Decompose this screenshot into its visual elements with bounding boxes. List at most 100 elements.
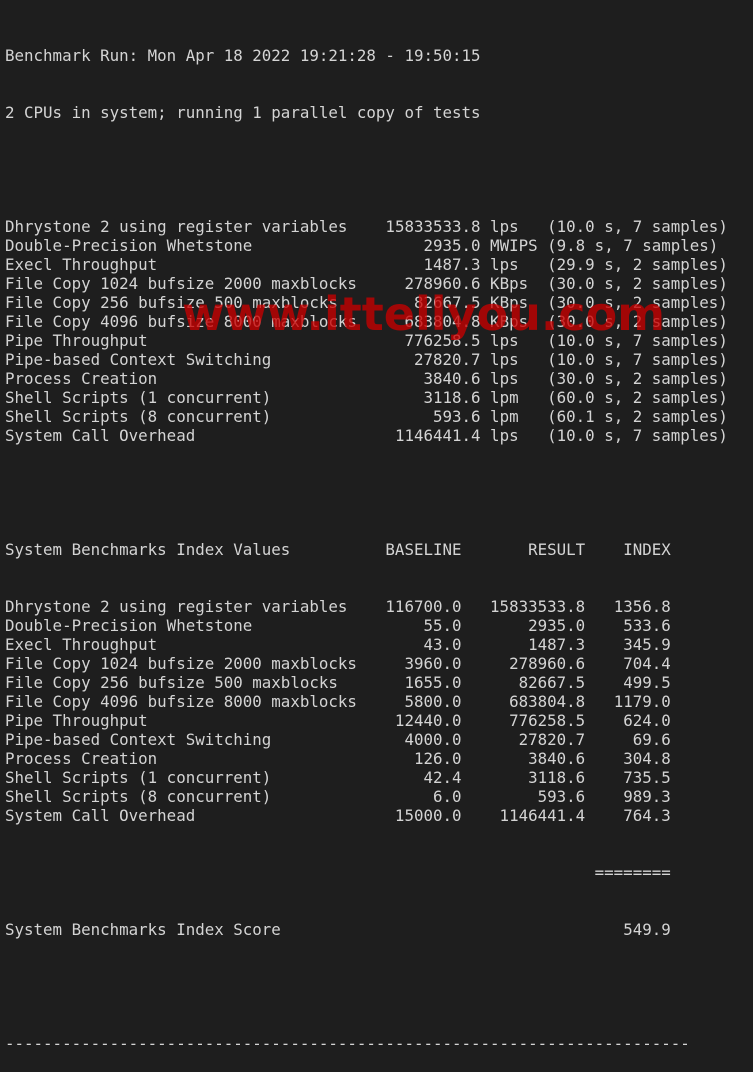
index-row-index: 1179.0 (585, 692, 671, 711)
index-row-baseline: 3960.0 (385, 654, 462, 673)
result-name: Pipe Throughput (5, 331, 376, 350)
index-row-name: File Copy 256 bufsize 500 maxblocks (5, 673, 386, 692)
index-row-baseline: 12440.0 (385, 711, 462, 730)
index-row-baseline: 6.0 (385, 787, 462, 806)
result-name: System Call Overhead (5, 426, 376, 445)
index-row-baseline: 116700.0 (385, 597, 462, 616)
result-timing: (10.0 s, 7 samples) (547, 331, 728, 350)
result-row: Double-Precision Whetstone 2935.0 MWIPS … (5, 236, 728, 255)
index-row-name: File Copy 1024 bufsize 2000 maxblocks (5, 654, 386, 673)
score-separator: ======== (5, 863, 728, 882)
result-value: 82667.5 (375, 293, 481, 312)
result-timing: (60.0 s, 2 samples) (547, 388, 728, 407)
index-row: Pipe-based Context Switching 4000.0 2782… (5, 730, 728, 749)
result-row: Pipe Throughput 776258.5 lps (10.0 s, 7 … (5, 331, 728, 350)
index-row-name: Execl Throughput (5, 635, 386, 654)
index-row: Pipe Throughput 12440.0 776258.5 624.0 (5, 711, 728, 730)
index-row-baseline: 42.4 (385, 768, 462, 787)
index-row-index: 735.5 (585, 768, 671, 787)
result-timing: (9.8 s, 7 samples) (547, 236, 719, 255)
result-row: Process Creation 3840.6 lps (30.0 s, 2 s… (5, 369, 728, 388)
result-value: 15833533.8 (375, 217, 481, 236)
index-row-index: 989.3 (585, 787, 671, 806)
result-unit: lps (480, 255, 548, 274)
result-name: Shell Scripts (8 concurrent) (5, 407, 376, 426)
result-name: File Copy 1024 bufsize 2000 maxblocks (5, 274, 376, 293)
column-header-index: INDEX (585, 540, 671, 559)
result-unit: lpm (480, 407, 548, 426)
index-row-result: 776258.5 (461, 711, 586, 730)
result-unit: lps (480, 426, 548, 445)
index-row: Execl Throughput 43.0 1487.3 345.9 (5, 635, 728, 654)
result-row: Pipe-based Context Switching 27820.7 lps… (5, 350, 728, 369)
results-list: Dhrystone 2 using register variables 158… (5, 217, 728, 445)
terminal-output: Benchmark Run: Mon Apr 18 2022 19:21:28 … (5, 8, 728, 1072)
index-row-result: 3840.6 (461, 749, 586, 768)
index-row: System Call Overhead 15000.0 1146441.4 7… (5, 806, 728, 825)
index-row-baseline: 43.0 (385, 635, 462, 654)
result-timing: (10.0 s, 7 samples) (547, 426, 728, 445)
column-header-baseline: BASELINE (385, 540, 462, 559)
index-score-label: System Benchmarks Index Score (5, 920, 595, 939)
index-row-result: 3118.6 (461, 768, 586, 787)
index-table: Dhrystone 2 using register variables 116… (5, 597, 728, 825)
result-timing: (10.0 s, 7 samples) (547, 350, 728, 369)
result-unit: lpm (480, 388, 548, 407)
result-timing: (30.0 s, 2 samples) (547, 369, 728, 388)
result-value: 3840.6 (375, 369, 481, 388)
index-row-name: Pipe Throughput (5, 711, 386, 730)
index-row-baseline: 4000.0 (385, 730, 462, 749)
index-row-index: 499.5 (585, 673, 671, 692)
index-row: Double-Precision Whetstone 55.0 2935.0 5… (5, 616, 728, 635)
index-row-index: 704.4 (585, 654, 671, 673)
index-row-name: Shell Scripts (8 concurrent) (5, 787, 386, 806)
index-row-baseline: 15000.0 (385, 806, 462, 825)
result-row: Shell Scripts (8 concurrent) 593.6 lpm (… (5, 407, 728, 426)
index-row-index: 345.9 (585, 635, 671, 654)
result-value: 593.6 (375, 407, 481, 426)
result-value: 2935.0 (375, 236, 481, 255)
index-row-index: 533.6 (585, 616, 671, 635)
result-name: File Copy 256 bufsize 500 maxblocks (5, 293, 376, 312)
result-value: 278960.6 (375, 274, 481, 293)
result-row: File Copy 256 bufsize 500 maxblocks 8266… (5, 293, 728, 312)
index-row-result: 15833533.8 (461, 597, 586, 616)
index-row-baseline: 5800.0 (385, 692, 462, 711)
index-table-header: System Benchmarks Index Values BASELINE … (5, 540, 728, 559)
result-name: Double-Precision Whetstone (5, 236, 376, 255)
result-value: 1487.3 (375, 255, 481, 274)
index-row-name: Shell Scripts (1 concurrent) (5, 768, 386, 787)
result-timing: (30.0 s, 2 samples) (547, 293, 728, 312)
index-row-name: Dhrystone 2 using register variables (5, 597, 386, 616)
index-row-index: 764.3 (585, 806, 671, 825)
result-name: File Copy 4096 bufsize 8000 maxblocks (5, 312, 376, 331)
index-row-name: File Copy 4096 bufsize 8000 maxblocks (5, 692, 386, 711)
result-timing: (30.0 s, 2 samples) (547, 274, 728, 293)
result-value: 27820.7 (375, 350, 481, 369)
result-unit: KBps (480, 293, 548, 312)
result-value: 3118.6 (375, 388, 481, 407)
index-row-result: 683804.8 (461, 692, 586, 711)
index-row: File Copy 256 bufsize 500 maxblocks 1655… (5, 673, 728, 692)
result-row: Execl Throughput 1487.3 lps (29.9 s, 2 s… (5, 255, 728, 274)
index-row: Shell Scripts (1 concurrent) 42.4 3118.6… (5, 768, 728, 787)
result-name: Process Creation (5, 369, 376, 388)
separator-text: ======== (5, 863, 671, 882)
result-timing: (29.9 s, 2 samples) (547, 255, 728, 274)
result-unit: lps (480, 331, 548, 350)
result-unit: KBps (480, 274, 548, 293)
index-row-name: System Call Overhead (5, 806, 386, 825)
result-name: Execl Throughput (5, 255, 376, 274)
result-value: 1146441.4 (375, 426, 481, 445)
result-value: 683804.8 (375, 312, 481, 331)
index-row-baseline: 126.0 (385, 749, 462, 768)
index-row: Process Creation 126.0 3840.6 304.8 (5, 749, 728, 768)
index-score-value: 549.9 (594, 920, 671, 939)
index-row: File Copy 4096 bufsize 8000 maxblocks 58… (5, 692, 728, 711)
index-row-index: 304.8 (585, 749, 671, 768)
result-row: Shell Scripts (1 concurrent) 3118.6 lpm … (5, 388, 728, 407)
index-row-result: 1146441.4 (461, 806, 586, 825)
result-timing: (10.0 s, 7 samples) (547, 217, 728, 236)
result-unit: KBps (480, 312, 548, 331)
